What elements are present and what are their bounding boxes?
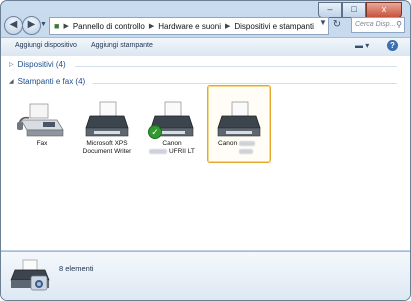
- redacted-model: [149, 148, 168, 154]
- breadcrumb-control-panel[interactable]: Pannello di controllo: [73, 22, 145, 31]
- item-count: 8 elementi: [59, 264, 94, 273]
- explorer-window: – □ x ◀ ▶ ▼ ■ ▶ Pannello di controllo ▶ …: [0, 0, 411, 301]
- add-printer-button[interactable]: Aggiungi stampante: [91, 42, 153, 49]
- printer-name: Canon: [162, 140, 182, 147]
- printer-name: Microsoft XPS: [86, 140, 128, 147]
- group-divider: [93, 83, 397, 84]
- breadcrumb-hardware-sound[interactable]: Hardware e suoni: [158, 22, 221, 31]
- devices-group-label: Dispositivi (4): [17, 60, 66, 69]
- address-dropdown-icon[interactable]: ▼: [319, 18, 327, 27]
- forward-button[interactable]: ▶: [22, 16, 41, 35]
- printer-name-line2: UFRII LT: [168, 148, 195, 155]
- printer-item[interactable]: ✓ Canon UFRII LT: [143, 98, 201, 156]
- default-printer-check-icon: ✓: [148, 125, 162, 139]
- printer-item[interactable]: Fax: [13, 98, 71, 148]
- breadcrumb-separator-icon: ▶: [224, 23, 231, 30]
- search-placeholder: Cerca Disp...: [355, 21, 396, 28]
- expand-arrow-icon: ▷: [9, 62, 14, 68]
- details-pane: 8 elementi: [1, 251, 410, 300]
- refresh-icon[interactable]: ↻: [330, 17, 344, 33]
- devices-group-header[interactable]: ▷ Dispositivi (4): [9, 60, 66, 69]
- breadcrumb-devices-printers[interactable]: Dispositivi e stampanti: [234, 22, 314, 31]
- printers-group-label: Stampanti e fax (4): [17, 77, 86, 86]
- history-dropdown-icon[interactable]: ▼: [40, 21, 47, 28]
- redacted-model: [239, 148, 253, 154]
- printers-group-header[interactable]: ◢ Stampanti e fax (4): [9, 77, 85, 86]
- search-icon: ⚲: [396, 20, 402, 29]
- fax-icon: [13, 98, 71, 140]
- help-icon[interactable]: ?: [387, 40, 398, 51]
- devices-printers-icon: [9, 258, 51, 296]
- breadcrumb-separator-icon: ▶: [148, 23, 155, 30]
- group-divider: [75, 66, 397, 67]
- navigation-bar: ◀ ▶ ▼ ■ ▶ Pannello di controllo ▶ Hardwa…: [1, 15, 410, 37]
- printer-icon: [208, 98, 270, 140]
- add-device-button[interactable]: Aggiungi dispositivo: [15, 42, 77, 49]
- address-bar[interactable]: ■ ▶ Pannello di controllo ▶ Hardware e s…: [49, 17, 329, 35]
- printer-icon: ✓: [143, 98, 201, 140]
- collapse-arrow-icon: ◢: [9, 79, 14, 85]
- printer-name: Fax: [36, 140, 48, 147]
- redacted-model: [238, 140, 255, 146]
- printer-name-line2: Document Writer: [82, 148, 132, 155]
- breadcrumb-separator-icon: ▶: [63, 23, 69, 30]
- printer-icon: [78, 98, 136, 140]
- back-button[interactable]: ◀: [4, 16, 23, 35]
- printer-item-selected[interactable]: Canon: [207, 85, 271, 163]
- view-options-icon[interactable]: ▬ ▾: [355, 41, 369, 50]
- control-panel-icon: ■: [54, 21, 60, 31]
- printer-item[interactable]: Microsoft XPS Document Writer: [78, 98, 136, 156]
- command-bar: Aggiungi dispositivo Aggiungi stampante …: [1, 37, 410, 57]
- items-view: ▷ Dispositivi (4) ◢ Stampanti e fax (4) …: [1, 56, 410, 250]
- printer-name: Canon: [218, 140, 238, 147]
- search-input[interactable]: Cerca Disp... ⚲: [351, 17, 405, 33]
